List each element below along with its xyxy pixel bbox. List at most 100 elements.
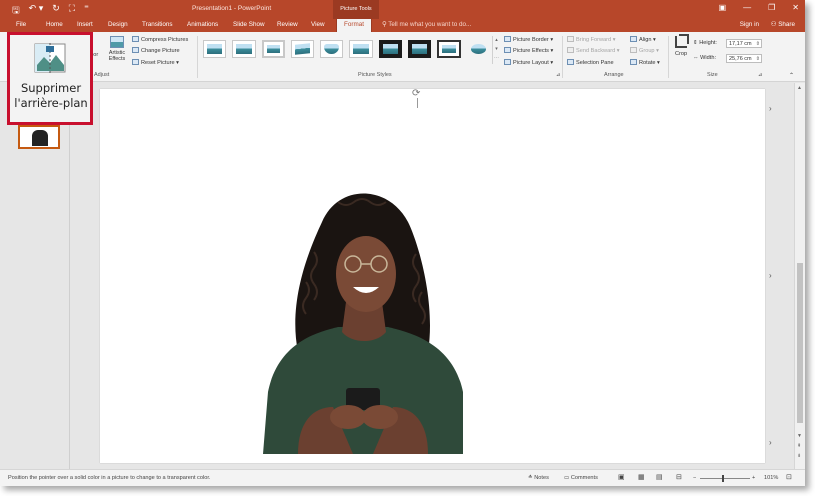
compress-icon: [132, 36, 139, 42]
slide-thumbnails-pane: [0, 83, 70, 469]
picture-border-button[interactable]: Picture Border ▾: [504, 36, 553, 43]
scrollbar-thumb[interactable]: [797, 263, 803, 423]
height-spinner-icon[interactable]: ⇳: [756, 40, 760, 48]
slide-sorter-icon[interactable]: ▦: [638, 473, 645, 481]
reset-picture-button[interactable]: Reset Picture ▾: [132, 59, 179, 66]
send-backward-label: Send Backward: [576, 48, 616, 54]
status-bar: Position the pointer over a solid color …: [0, 469, 805, 486]
tab-design[interactable]: Design: [108, 21, 128, 28]
style-thumbnail[interactable]: [261, 40, 285, 58]
tab-slide-show[interactable]: Slide Show: [233, 21, 265, 28]
vertical-scrollbar[interactable]: ▲ ▼ ⇞ ⇟: [794, 83, 805, 469]
rotate-button[interactable]: Rotate ▾: [630, 59, 660, 66]
tab-format[interactable]: Format: [336, 19, 372, 32]
previous-slide-icon[interactable]: ⇞: [797, 443, 801, 449]
slide-thumbnail[interactable]: [18, 125, 60, 149]
tab-review[interactable]: Review: [277, 21, 298, 28]
zoom-slider[interactable]: [700, 478, 750, 479]
style-thumbnail[interactable]: [408, 40, 432, 58]
tab-insert[interactable]: Insert: [77, 21, 93, 28]
send-backward-button[interactable]: Send Backward ▾: [567, 47, 620, 54]
scroll-up-icon[interactable]: ▲: [797, 85, 802, 91]
tab-view[interactable]: View: [311, 21, 325, 28]
restore-icon[interactable]: ❐: [768, 3, 775, 12]
group-button[interactable]: Group ▾: [630, 47, 659, 54]
style-thumbnail[interactable]: [232, 40, 256, 58]
style-thumbnail[interactable]: [320, 40, 344, 58]
change-picture-button[interactable]: Change Picture: [132, 47, 180, 54]
style-thumbnail[interactable]: [290, 40, 315, 58]
size-launcher-icon[interactable]: ⊿: [758, 72, 762, 78]
window-title: Presentation1 - PowerPoint: [192, 5, 272, 12]
artistic-effects-button[interactable]: Artistic Effects: [106, 36, 128, 68]
style-thumbnail[interactable]: [203, 40, 227, 58]
zoom-slider-knob[interactable]: [722, 475, 724, 482]
comments-button[interactable]: ▭ Comments: [564, 475, 598, 481]
style-thumbnail[interactable]: [467, 40, 490, 58]
close-icon[interactable]: ✕: [792, 3, 799, 12]
separator: [668, 36, 669, 78]
customize-qat-icon[interactable]: ⁼: [84, 3, 89, 19]
remove-background-label: Supprimer l'arrière-plan: [14, 81, 88, 110]
compress-pictures-button[interactable]: Compress Pictures: [132, 36, 188, 43]
style-thumbnail[interactable]: [437, 40, 461, 58]
tab-transitions[interactable]: Transitions: [142, 21, 173, 28]
minimize-icon[interactable]: —: [743, 3, 751, 12]
slide[interactable]: ⟳ › › ›: [100, 88, 772, 463]
notes-button[interactable]: ≛ Notes: [528, 475, 549, 481]
picture-border-label: Picture Border: [513, 37, 549, 43]
remove-background-icon: [34, 43, 66, 73]
fit-to-window-icon[interactable]: ⊡: [786, 473, 792, 481]
redo-icon[interactable]: ↻: [52, 3, 60, 19]
scroll-down-icon[interactable]: ▼: [797, 433, 802, 439]
picture-styles-group-label: Picture Styles: [358, 72, 392, 78]
resize-handle-icon[interactable]: ›: [769, 438, 772, 447]
gallery-scroll[interactable]: ▴ ▾ ⋯: [492, 36, 500, 64]
bring-forward-icon: [567, 36, 574, 42]
crop-button[interactable]: Crop: [672, 34, 690, 68]
tab-home[interactable]: Home: [46, 21, 63, 28]
picture-effects-button[interactable]: Picture Effects ▾: [504, 47, 553, 54]
selection-pane-label: Selection Pane: [576, 60, 614, 66]
tell-me-text: Tell me what you want to do...: [388, 21, 472, 28]
comments-icon: ▭: [564, 475, 571, 481]
present-icon[interactable]: ⛶: [69, 3, 75, 19]
ribbon-options-icon[interactable]: ▣: [719, 3, 727, 12]
undo-icon[interactable]: ↶ ▾: [29, 3, 44, 19]
powerpoint-window: 🖫 ↶ ▾ ↻ ⛶ ⁼ Presentation1 - PowerPoint P…: [0, 0, 805, 486]
woman-photo[interactable]: [258, 182, 468, 454]
width-field[interactable]: 25,76 cm ⇳: [726, 54, 762, 63]
share-button[interactable]: ⚇ Share: [771, 21, 795, 28]
resize-handle-icon[interactable]: ›: [769, 271, 772, 280]
resize-handle-icon[interactable]: ›: [769, 104, 772, 113]
height-field[interactable]: 17,17 cm ⇳: [726, 39, 762, 48]
picture-layout-button[interactable]: Picture Layout ▾: [504, 59, 553, 66]
align-icon: [630, 36, 637, 42]
tell-me-search[interactable]: ⚲ Tell me what you want to do...: [382, 21, 471, 28]
zoom-level[interactable]: 101%: [764, 475, 778, 481]
width-spinner-icon[interactable]: ⇳: [756, 55, 760, 63]
selection-pane-icon: [567, 59, 574, 65]
align-button[interactable]: Align ▾: [630, 36, 656, 43]
collapse-ribbon-icon[interactable]: ⌃: [789, 72, 794, 79]
adjust-group-label: Adjust: [94, 72, 110, 78]
tab-file[interactable]: File: [16, 21, 26, 28]
tab-animations[interactable]: Animations: [187, 21, 218, 28]
style-thumbnail[interactable]: [378, 40, 403, 58]
next-slide-icon[interactable]: ⇟: [797, 453, 801, 459]
slide-show-icon[interactable]: ⊟: [676, 473, 682, 481]
reading-view-icon[interactable]: ▤: [656, 473, 663, 481]
rotate-handle-stem: [417, 98, 418, 108]
normal-view-icon[interactable]: ▣: [618, 473, 625, 481]
picture-layout-icon: [504, 59, 511, 65]
remove-background-callout[interactable]: Supprimer l'arrière-plan: [7, 32, 93, 125]
picture-styles-launcher-icon[interactable]: ⊿: [556, 72, 560, 78]
bring-forward-button[interactable]: Bring Forward ▾: [567, 36, 616, 43]
save-icon[interactable]: 🖫: [12, 3, 20, 19]
sign-in-link[interactable]: Sign in: [740, 21, 759, 28]
style-thumbnail[interactable]: [349, 40, 373, 58]
zoom-in-icon[interactable]: +: [752, 475, 755, 481]
selection-pane-button[interactable]: Selection Pane: [567, 59, 614, 66]
zoom-out-icon[interactable]: −: [693, 475, 696, 481]
width-label-text: Width:: [700, 55, 717, 61]
